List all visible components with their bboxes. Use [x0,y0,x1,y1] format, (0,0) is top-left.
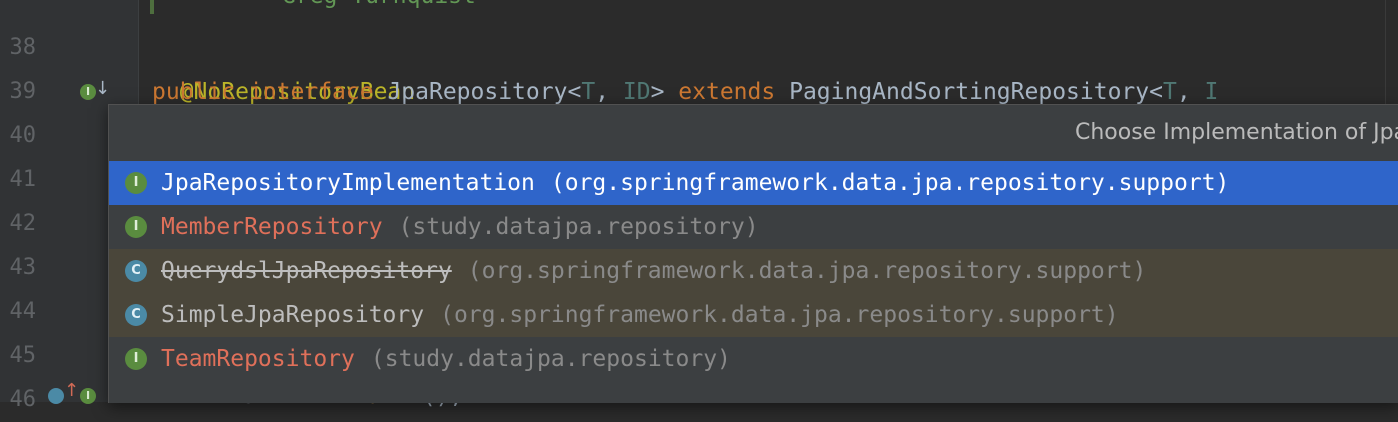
popup-title-text: Choose Implementation of JpaRepository [1075,120,1398,145]
implementation-item[interactable]: C SimpleJpaRepository (org.springframewor… [109,293,1398,337]
keyword-interface: interface [248,79,374,105]
interface-icon: I [125,216,147,238]
interface-name[interactable]: JpaRepository [387,79,567,105]
item-package: (study.datajpa.repository) [398,214,759,240]
interface-icon: I [125,348,147,370]
implementation-item[interactable]: C QuerydslJpaRepository (org.springframew… [109,249,1398,293]
item-name: SimpleJpaRepository [161,302,425,328]
item-name: TeamRepository [161,346,355,372]
implementation-item[interactable]: I TeamRepository (study.datajpa.repositor… [109,337,1398,381]
type-param: T [581,79,596,105]
doc-comment-text: Greg Turnquist [282,0,476,18]
type-bracket: < [567,79,582,105]
code-line-38: @NoRepositoryBean [152,26,415,105]
keyword-public: public [152,79,236,105]
line-number: 38 [9,35,37,60]
item-package: (study.datajpa.repository) [370,346,731,372]
item-name: QuerydslJpaRepository [161,258,452,284]
line-number: 44 [9,299,37,324]
choose-implementation-popup: Choose Implementation of JpaRepository I… [108,104,1398,403]
parent-interface-name[interactable]: PagingAndSortingRepository [789,79,1149,105]
line-number: 43 [9,255,37,280]
doc-comment-bar [150,0,154,14]
type-bracket: < [1149,79,1163,105]
line-number: 42 [9,211,37,236]
keyword-extends: extends [678,79,776,105]
arrow-down-icon[interactable]: ↓ [95,78,110,99]
implementation-item[interactable]: I JpaRepositoryImplementation (org.spring… [109,161,1398,205]
arrow-up-icon[interactable]: ↑ [64,380,79,401]
line-number: 46 [9,387,37,412]
item-name: MemberRepository [161,214,383,240]
item-package: (org.springframework.data.jpa.repository… [467,258,1147,284]
class-icon: C [125,260,147,282]
implementation-item[interactable]: I MemberRepository (study.datajpa.reposit… [109,205,1398,249]
item-name: JpaRepositoryImplementation [161,170,535,196]
comma: , [1176,79,1205,105]
line-number: 41 [9,167,37,192]
comma: , [595,79,623,105]
line-number: 39 [9,79,37,104]
implemented-interface-icon[interactable]: I [80,84,96,100]
type-param: T [1162,79,1177,105]
item-package: (org.springframework.data.jpa.repository… [550,170,1230,196]
item-package: (org.springframework.data.jpa.repository… [440,302,1119,328]
interface-icon: I [125,172,147,194]
line-number: 40 [9,123,37,148]
popup-title: Choose Implementation of JpaRepository [109,105,1398,161]
type-param: ID [622,79,651,105]
line-number: 45 [9,343,37,368]
type-param: I [1204,79,1219,105]
class-icon: C [125,304,147,326]
type-bracket: > [650,79,665,105]
